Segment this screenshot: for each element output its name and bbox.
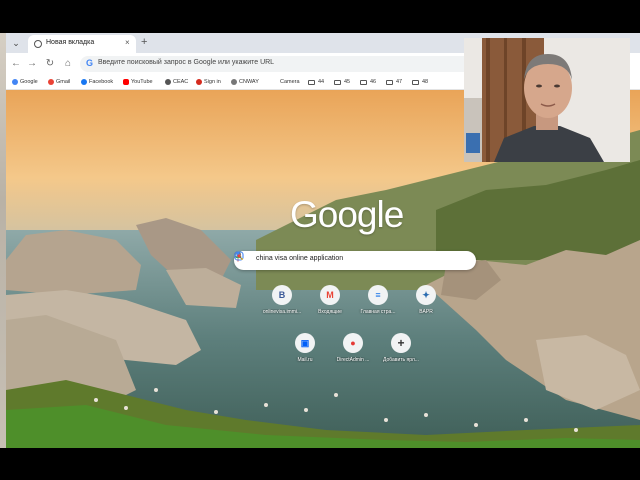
shortcut-onlinevisa-icon: B xyxy=(272,285,292,305)
shortcut-mailru[interactable]: ▣ Mail.ru xyxy=(283,333,327,373)
forward-button[interactable]: → xyxy=(26,57,38,71)
presenter-video-image xyxy=(464,38,630,162)
ceac-icon xyxy=(165,79,171,85)
bookmark-sign-in[interactable]: Sign in xyxy=(196,77,221,87)
google-icon xyxy=(12,79,18,85)
bookmark-folder-45[interactable]: 45 xyxy=(334,77,350,87)
shortcut-label: onlinevisa.immi... xyxy=(262,309,302,315)
folder-icon xyxy=(308,79,315,85)
bookmark-camera[interactable]: Camera xyxy=(280,77,300,87)
google-lens-icon[interactable] xyxy=(234,251,244,261)
tab-title: Новая вкладка xyxy=(46,39,95,46)
directadmin-icon: ● xyxy=(343,333,363,353)
add-shortcut-button[interactable]: + Добавить ярл... xyxy=(379,333,423,373)
folder-icon xyxy=(360,79,367,85)
bookmark-youtube[interactable]: YouTube xyxy=(123,77,153,87)
tab-search-chevron-icon[interactable]: ⌄ xyxy=(10,37,22,49)
shortcut-label: BAPR xyxy=(419,309,433,315)
folder-icon xyxy=(386,79,393,85)
plus-icon: + xyxy=(391,333,411,353)
google-logo: Google xyxy=(290,194,404,235)
bapr-icon: ✦ xyxy=(416,285,436,305)
shortcut-label: Главная стра... xyxy=(360,309,396,315)
back-button[interactable]: ← xyxy=(10,57,22,71)
cnway-icon xyxy=(231,79,237,85)
bookmark-folder-44[interactable]: 44 xyxy=(308,77,324,87)
bookmark-folder-46[interactable]: 46 xyxy=(360,77,376,87)
webcam-overlay xyxy=(464,38,630,162)
bookmark-folder-48[interactable]: 48 xyxy=(412,77,428,87)
search-input[interactable]: china visa online application xyxy=(256,255,343,262)
shortcut-label: Добавить ярл... xyxy=(383,357,419,363)
bookmark-ceac[interactable]: CEAC xyxy=(165,77,188,87)
tab-new-tab[interactable]: Новая вкладка × xyxy=(28,35,136,53)
bookmark-cnway[interactable]: CNWAY xyxy=(231,77,259,87)
bookmark-facebook[interactable]: Facebook xyxy=(81,77,113,87)
folder-icon xyxy=(334,79,341,85)
menu-lines-icon: ≡ xyxy=(368,285,388,305)
gmail-icon xyxy=(48,79,54,85)
search-box[interactable]: china visa online application xyxy=(234,251,476,270)
bookmark-folder-47[interactable]: 47 xyxy=(386,77,402,87)
new-tab-button[interactable]: + xyxy=(141,36,147,48)
shortcut-inbox[interactable]: M Входящие xyxy=(308,285,352,325)
bookmark-google[interactable]: Google xyxy=(12,77,38,87)
bookmark-gmail[interactable]: Gmail xyxy=(48,77,70,87)
facebook-icon xyxy=(81,79,87,85)
youtube-icon xyxy=(123,79,129,85)
folder-icon xyxy=(412,79,419,85)
mailru-icon: ▣ xyxy=(295,333,315,353)
shortcut-label: Mail.ru xyxy=(297,357,313,363)
google-g-icon: G xyxy=(86,58,94,68)
tab-close-icon[interactable]: × xyxy=(125,38,130,47)
address-bar-placeholder: Введите поисковый запрос в Google или ук… xyxy=(98,59,275,66)
maple-leaf-icon xyxy=(196,79,202,85)
shortcut-bapr[interactable]: ✦ BAPR xyxy=(404,285,448,325)
shortcut-label: DirectAdmin ... xyxy=(336,357,370,363)
shortcut-label: Входящие xyxy=(318,309,342,315)
shortcut-onlinevisa[interactable]: B onlinevisa.immi... xyxy=(260,285,304,325)
home-button[interactable]: ⌂ xyxy=(62,57,74,71)
shortcut-main-page[interactable]: ≡ Главная стра... xyxy=(356,285,400,325)
reload-button[interactable]: ↻ xyxy=(44,57,56,71)
shortcut-directadmin[interactable]: ● DirectAdmin ... xyxy=(331,333,375,373)
chrome-favicon-icon xyxy=(34,40,42,48)
gmail-icon: M xyxy=(320,285,340,305)
